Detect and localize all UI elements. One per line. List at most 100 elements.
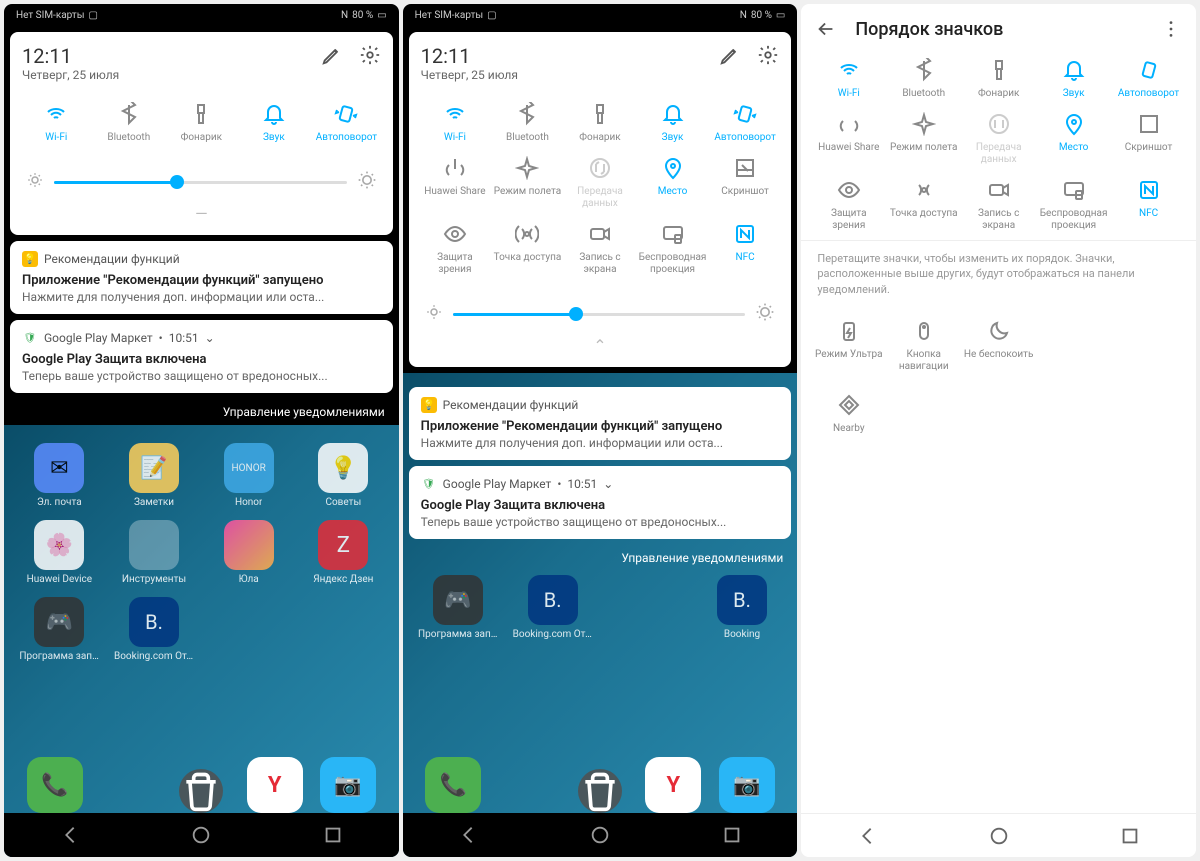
app-notes[interactable]: 📝Заметки <box>113 443 196 508</box>
tile-location[interactable]: Место <box>1038 108 1109 170</box>
nav-back[interactable] <box>457 824 479 846</box>
tile-airplane[interactable]: Режим полета <box>888 108 959 170</box>
tile-data[interactable]: Передача данных <box>963 108 1034 170</box>
screenshot-icon <box>733 156 757 180</box>
tile-airplane[interactable]: Режим полета <box>493 152 562 214</box>
app-email[interactable]: ✉Эл. почта <box>18 443 101 508</box>
status-bar: Нет SIM-карты ▢ N80 %▭ <box>403 4 798 26</box>
tile-flashlight[interactable]: Фонарик <box>167 98 236 148</box>
tile-nav-button[interactable]: Кнопка навигации <box>888 315 959 377</box>
nav-recent[interactable] <box>322 824 344 846</box>
more-icon[interactable] <box>1160 18 1182 40</box>
dock-phone[interactable]: 📞 <box>425 757 481 813</box>
nav-home[interactable] <box>589 824 611 846</box>
tile-wifi[interactable]: Wi-Fi <box>22 98 91 148</box>
tile-cast[interactable]: Беспроводная проекция <box>1038 174 1109 236</box>
chevron-down-icon[interactable]: ⌄ <box>205 331 215 345</box>
tile-screen-record[interactable]: Запись с экрана <box>963 174 1034 236</box>
tile-location[interactable]: Место <box>638 152 707 214</box>
tile-sound[interactable]: Звук <box>240 98 309 148</box>
tile-dnd[interactable]: Не беспокоить <box>963 315 1034 377</box>
dock-yandex[interactable]: Y <box>247 757 303 813</box>
data-icon <box>987 112 1011 136</box>
tile-wifi[interactable]: Wi-Fi <box>813 54 884 104</box>
notification-play-protect[interactable]: 🛡Google Play Маркет • 10:51 ⌄ Google Pla… <box>10 320 393 393</box>
tile-autorotate[interactable]: Автоповорот <box>711 98 780 148</box>
tile-autorotate[interactable]: Автоповорот <box>312 98 381 148</box>
app-booking-2[interactable]: B.Booking <box>701 575 784 640</box>
app-fortnite[interactable]: 🎮Программа запуска Fort... <box>417 575 500 640</box>
tile-eye-comfort[interactable]: Защита зрения <box>421 218 490 280</box>
app-booking[interactable]: B.Booking.com Отели <box>511 575 594 640</box>
brightness-slider[interactable] <box>421 288 780 332</box>
app-zen[interactable]: ZЯндекс Дзен <box>302 520 385 585</box>
app-tools-folder[interactable]: Инструменты <box>113 520 196 585</box>
tile-hotspot[interactable]: Точка доступа <box>493 218 562 280</box>
back-arrow-icon[interactable] <box>815 18 837 40</box>
nav-home[interactable] <box>190 824 212 846</box>
page-title: Порядок значков <box>855 19 1142 40</box>
tile-bluetooth[interactable]: Bluetooth <box>493 98 562 148</box>
bluetooth-icon <box>912 58 936 82</box>
bell-icon <box>262 102 286 126</box>
tile-ultra[interactable]: Режим Ультра <box>813 315 884 377</box>
tile-screen-record[interactable]: Запись с экрана <box>566 218 635 280</box>
tile-wifi[interactable]: Wi-Fi <box>421 98 490 148</box>
battery-ultra-icon <box>837 319 861 343</box>
tile-sound[interactable]: Звук <box>1038 54 1109 104</box>
tile-screenshot[interactable]: Скриншот <box>1113 108 1184 170</box>
nav-recent[interactable] <box>721 824 743 846</box>
app-huawei-device[interactable]: 🌸Huawei Device <box>18 520 101 585</box>
notification-recommendations[interactable]: 💡Рекомендации функций Приложение "Рекоме… <box>10 241 393 314</box>
tile-bluetooth[interactable]: Bluetooth <box>888 54 959 104</box>
manage-notifications-link[interactable]: Управление уведомлениями <box>403 545 798 571</box>
app-tips[interactable]: 💡Советы <box>302 443 385 508</box>
hotspot-icon <box>912 178 936 202</box>
tile-nearby[interactable]: Nearby <box>813 389 884 439</box>
drag-handle-icon[interactable]: — <box>22 204 381 223</box>
lightbulb-icon: 💡 <box>22 251 38 267</box>
tile-data[interactable]: Передача данных <box>566 152 635 214</box>
collapse-handle-icon[interactable]: ⌃ <box>421 336 780 355</box>
tile-cast[interactable]: Беспроводная проекция <box>638 218 707 280</box>
tile-nfc[interactable]: NFC <box>1113 174 1184 236</box>
nav-back[interactable] <box>59 824 81 846</box>
edit-icon[interactable] <box>321 44 343 66</box>
tile-flashlight[interactable]: Фонарик <box>566 98 635 148</box>
dock-camera[interactable]: 📷 <box>320 757 376 813</box>
nav-recent[interactable] <box>1119 825 1141 847</box>
notification-play-protect[interactable]: 🛡Google Play Маркет • 10:51 ⌄ Google Pla… <box>409 466 792 539</box>
manage-notifications-link[interactable]: Управление уведомлениями <box>4 399 399 425</box>
edit-icon[interactable] <box>719 44 741 66</box>
tile-nfc[interactable]: NFC <box>711 218 780 280</box>
nfc-icon <box>733 222 757 246</box>
tile-autorotate[interactable]: Автоповорот <box>1113 54 1184 104</box>
dock-camera[interactable]: 📷 <box>719 757 775 813</box>
dock-yandex[interactable]: Y <box>645 757 701 813</box>
brightness-slider[interactable] <box>22 156 381 200</box>
settings-icon[interactable] <box>757 44 779 66</box>
tile-bluetooth[interactable]: Bluetooth <box>95 98 164 148</box>
home-screen: 💡Рекомендации функций Приложение "Рекоме… <box>403 373 798 857</box>
dock-phone[interactable]: 📞 <box>27 757 83 813</box>
notification-recommendations[interactable]: 💡Рекомендации функций Приложение "Рекоме… <box>409 387 792 460</box>
app-fortnite[interactable]: 🎮Программа запуска Fort... <box>18 597 101 662</box>
app-booking[interactable]: B.Booking.com Отели <box>113 597 196 662</box>
settings-icon[interactable] <box>359 44 381 66</box>
chevron-down-icon[interactable]: ⌄ <box>603 477 613 491</box>
record-icon <box>588 222 612 246</box>
tile-screenshot[interactable]: Скриншот <box>711 152 780 214</box>
app-youla[interactable]: Юла <box>207 520 290 585</box>
app-honor[interactable]: HONORHonor <box>207 443 290 508</box>
data-icon <box>588 156 612 180</box>
tile-huawei-share[interactable]: Huawei Share <box>421 152 490 214</box>
tile-huawei-share[interactable]: Huawei Share <box>813 108 884 170</box>
tile-hotspot[interactable]: Точка доступа <box>888 174 959 236</box>
nav-back[interactable] <box>856 825 878 847</box>
tile-sound[interactable]: Звук <box>638 98 707 148</box>
nfc-icon: N <box>740 10 747 21</box>
tile-eye-comfort[interactable]: Защита зрения <box>813 174 884 236</box>
nfc-icon: N <box>341 10 348 21</box>
nav-home[interactable] <box>988 825 1010 847</box>
tile-flashlight[interactable]: Фонарик <box>963 54 1034 104</box>
